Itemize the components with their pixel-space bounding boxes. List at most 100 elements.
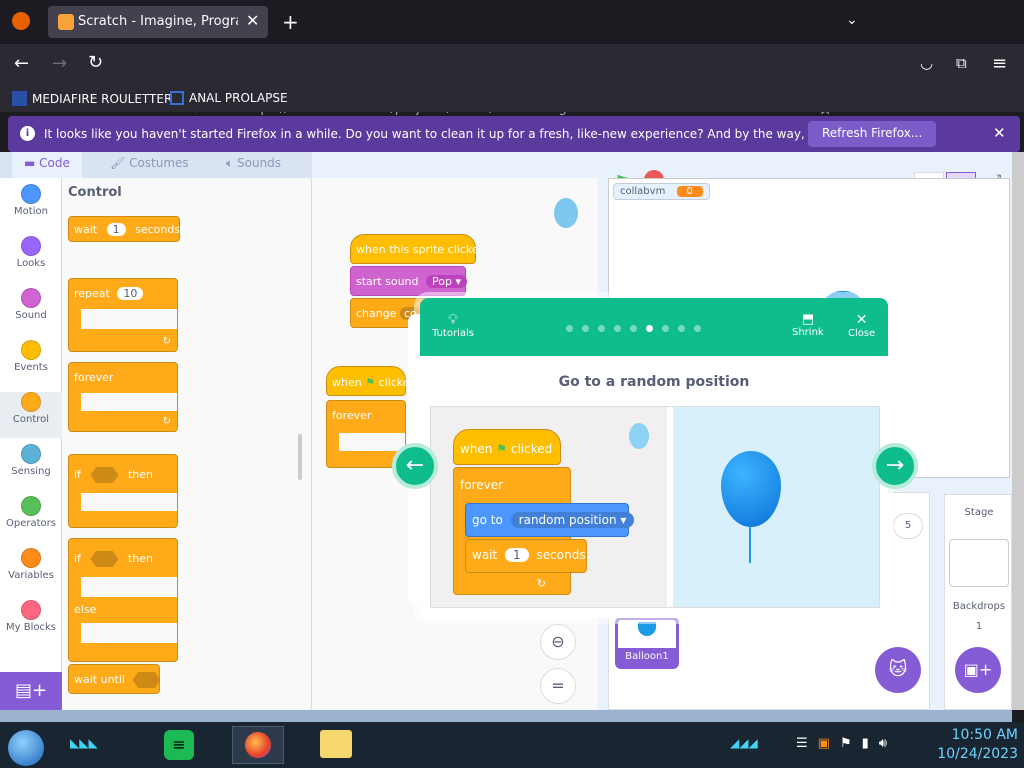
page-dot[interactable] [662,325,669,332]
when-sprite-clicked-block[interactable]: when this sprite clicked [350,234,486,264]
refresh-firefox-button[interactable]: Refresh Firefox... [808,121,937,147]
when-flag-clicked-block[interactable]: when ⚑ clicke [326,366,410,396]
tutorial-when-flag-block: when ⚑ clicked [453,429,561,465]
sprite-tile-balloon1[interactable]: Balloon1 [615,617,679,669]
stage-thumbnail[interactable] [949,539,1009,587]
balloon-icon [721,451,781,527]
choose-backdrop-button[interactable]: ▣+ [955,647,1001,693]
new-tab-icon[interactable]: + [282,10,299,34]
balloon-string [749,527,751,563]
firefox-menu-icon[interactable] [12,12,30,30]
balloon-sprite-thumb-icon [554,198,578,228]
bookmark-anal-prolapse[interactable]: ANAL PROLAPSE [170,91,288,105]
loop-arrow-icon: ↻ [162,416,171,427]
my-blocks-dot [21,600,41,620]
info-icon: i [20,126,35,141]
condition-slot[interactable] [90,551,119,567]
bookmark-mediafire[interactable]: MEDIAFIRE ROULETTER [12,91,172,106]
mediafire-icon [12,91,27,106]
page-horizontal-scrollbar[interactable] [0,710,1012,722]
bookmark-favicon-icon [170,91,184,105]
page-dot[interactable] [694,325,701,332]
start-sound-block[interactable]: start sound Pop ▾ [350,266,468,296]
tutorial-image: when ⚑ clicked forever ↻ go to random po… [430,406,880,608]
forever-block[interactable]: forever ↻ [68,362,178,432]
code-icon: ▬ [24,156,40,170]
close-notification-icon[interactable]: ✕ [993,124,1006,142]
category-control[interactable]: Control [0,392,62,438]
balloon-thumb-icon [638,622,656,636]
clock[interactable]: 10:50 AM 10/24/2023 [928,726,1018,764]
file-explorer-icon[interactable] [320,730,352,758]
repeat-input[interactable]: 10 [117,287,144,300]
zoom-reset-button[interactable]: = [540,668,576,704]
condition-slot[interactable] [90,467,119,483]
firefox-taskbar-icon[interactable] [232,726,284,764]
forward-icon[interactable]: → [52,53,67,74]
previous-step-button[interactable]: ← [392,443,438,489]
category-events[interactable]: Events [0,340,62,386]
nav-bar: ← → ↻ ⛉ 🔒︎ https://scratch.mit.edu/proje… [0,44,1024,124]
wait-block[interactable]: wait 1 seconds [68,216,180,242]
flag-icon[interactable]: ⚑ [840,736,852,751]
page-dot[interactable] [582,325,589,332]
size-field-partial[interactable]: 5 [893,513,923,539]
tab-title: Scratch - Imagine, Program, Sh [78,14,238,29]
add-extension-button[interactable]: ▤+ [0,672,62,710]
back-icon[interactable]: ← [14,53,29,74]
category-sensing[interactable]: Sensing [0,444,62,490]
page-dot[interactable] [614,325,621,332]
page-dot[interactable] [566,325,573,332]
show-hidden-icons-icon[interactable]: ☰ [796,736,808,751]
page-vertical-scrollbar[interactable] [1012,152,1024,710]
scripts-scrollbar[interactable] [298,434,302,480]
category-motion[interactable]: Motion [0,184,62,230]
tab-costumes[interactable]: 🖌︎ Costumes [98,152,201,178]
zoom-out-button[interactable]: ⊖ [540,624,576,660]
wait-input[interactable]: 1 [106,223,126,236]
repeat-block[interactable]: repeat 10 ↻ [68,278,178,352]
pocket-icon[interactable]: ◡ [920,54,933,72]
page-dot[interactable] [598,325,605,332]
choose-sprite-button[interactable]: 🐱︎ [875,647,921,693]
tutorials-button[interactable]: 💡︎ Tutorials [432,312,474,339]
extensions-icon[interactable]: ⧉ [956,54,967,72]
hamburger-menu-icon[interactable]: ≡ [992,53,1007,74]
system-tray: ☰ ▣ ⚑ ▮ 🔊︎ [796,736,887,751]
reload-icon[interactable]: ↻ [88,52,103,73]
tab-sounds[interactable]: 🔈︎ Sounds [214,152,293,178]
close-tab-icon[interactable]: ✕ [246,11,259,30]
volume-icon[interactable]: 🔊︎ [879,736,887,751]
sound-dropdown[interactable]: Pop ▾ [426,275,468,288]
variable-monitor: collabvm 0 [613,183,710,200]
tab-list-chevron-icon[interactable]: ⌄ [846,12,858,28]
category-operators[interactable]: Operators [0,496,62,542]
category-looks[interactable]: Looks [0,236,62,282]
close-button[interactable]: ✕ Close [848,312,875,339]
tutorial-header: 💡︎ Tutorials ⬒ Shrink ✕ Close [420,298,888,356]
condition-slot[interactable] [132,672,161,688]
shrink-button[interactable]: ⬒ Shrink [792,312,824,338]
network-icon[interactable]: ▮ [862,736,869,751]
next-step-button[interactable]: → [872,443,918,489]
category-sound[interactable]: Sound [0,288,62,334]
notes-app-icon[interactable]: ≡ [164,730,194,760]
page-dot[interactable] [630,325,637,332]
if-else-block[interactable]: if then else [68,538,178,662]
tab-code[interactable]: ▬ Code [12,152,82,178]
tutorial-title: Go to a random position [558,374,750,390]
wait-until-block[interactable]: wait until [68,664,161,694]
looks-dot [21,236,41,256]
category-my-blocks[interactable]: My Blocks [0,600,62,646]
page-dot[interactable] [678,325,685,332]
page-dot-active[interactable] [646,325,653,332]
browser-tab-scratch[interactable]: Scratch - Imagine, Program, Sh ✕ [48,6,268,38]
green-flag-icon: ⚑ [496,442,508,456]
sounds-icon: 🔈︎ [226,156,238,170]
editor-tabs: ▬ Code 🖌︎ Costumes 🔈︎ Sounds [0,152,312,178]
start-orb-icon[interactable] [8,730,44,766]
category-variables[interactable]: Variables [0,548,62,594]
block-palette: Control wait 1 seconds repeat 10 ↻ forev… [62,178,312,710]
app-tray-icon[interactable]: ▣ [818,736,830,751]
if-then-block[interactable]: if then [68,454,178,528]
